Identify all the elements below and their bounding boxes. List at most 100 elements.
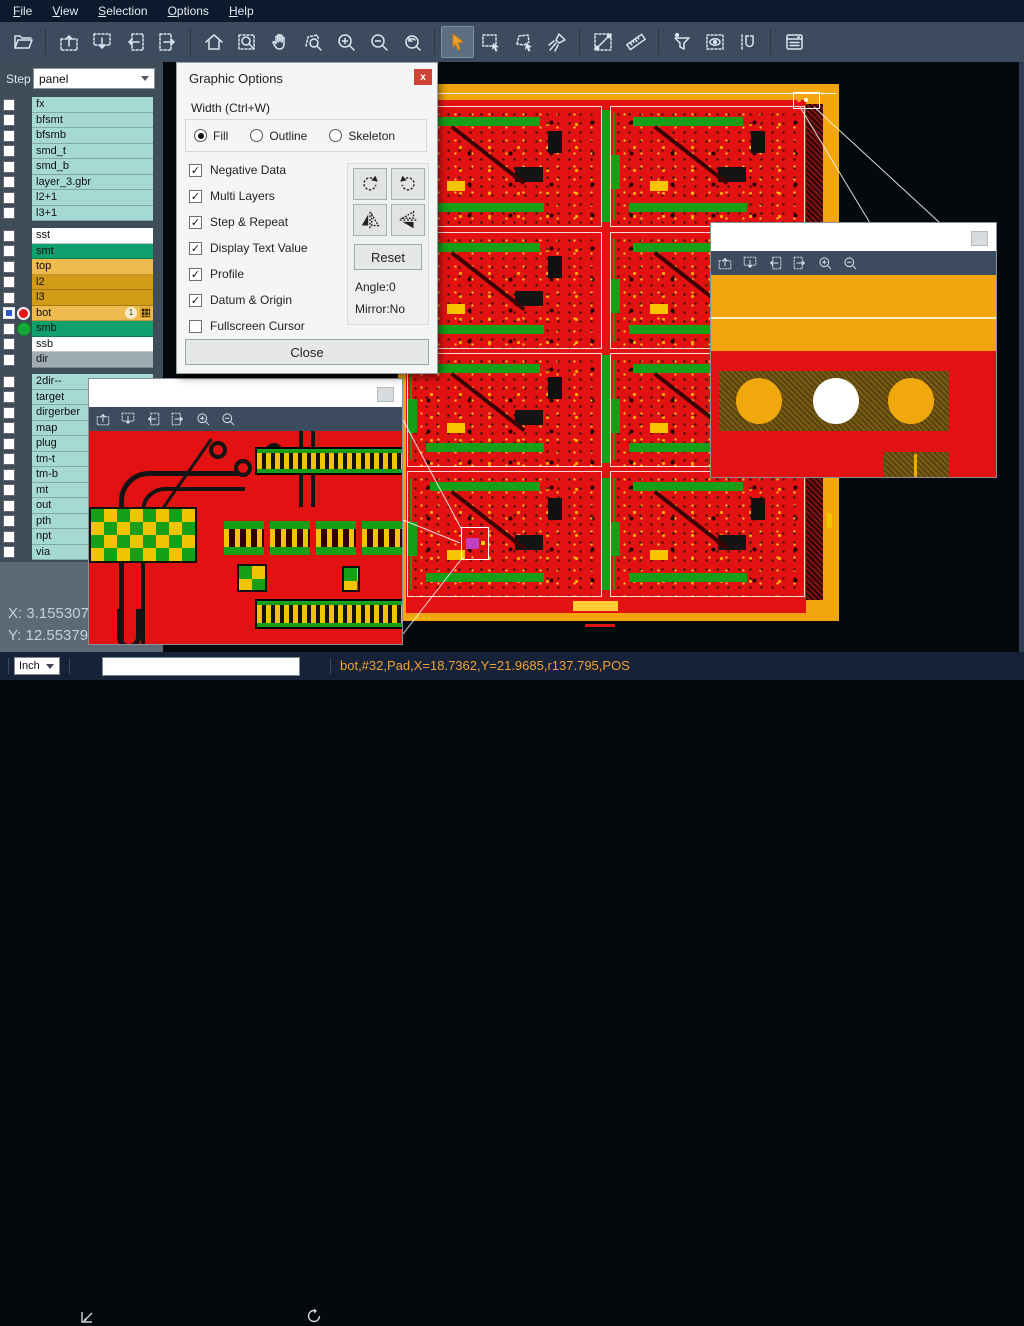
snap-magnet-icon[interactable] [731, 26, 764, 58]
magnifier-titlebar[interactable] [711, 223, 996, 251]
checkbox-step-repeat[interactable]: ✓Step & Repeat [189, 215, 288, 229]
layer-name[interactable]: dir [32, 352, 153, 368]
layer-name[interactable]: ssb [32, 337, 153, 353]
layer-visibility-checkbox[interactable] [3, 230, 15, 242]
layer-row[interactable]: smd_b [0, 159, 163, 175]
magnifier-window-left[interactable] [88, 378, 403, 645]
unit-select[interactable]: Inch [14, 657, 60, 675]
layer-name[interactable]: bfsmt [32, 113, 153, 129]
ruler-icon[interactable] [619, 26, 652, 58]
layer-row[interactable]: top [0, 259, 163, 275]
magnifier-window-right[interactable] [710, 222, 997, 478]
layer-row[interactable]: bfsmb [0, 128, 163, 144]
magnifier-view[interactable] [89, 431, 402, 644]
corner-pick-icon[interactable] [78, 1308, 96, 1326]
layer-row[interactable]: layer_3.gbr [0, 175, 163, 191]
layer-visibility-checkbox[interactable] [3, 145, 15, 157]
layer-panel-icon[interactable] [777, 26, 810, 58]
move-right-icon[interactable] [792, 255, 808, 271]
zoom-selection-icon[interactable] [296, 26, 329, 58]
move-up-icon[interactable] [95, 411, 111, 427]
layer-visibility-checkbox[interactable] [3, 338, 15, 350]
pan-hand-icon[interactable] [263, 26, 296, 58]
move-down-icon[interactable] [85, 26, 118, 58]
layer-name[interactable]: smt [32, 244, 153, 260]
rotate-cw-icon[interactable] [353, 168, 387, 200]
layer-visibility-checkbox[interactable] [3, 515, 15, 527]
menu-file[interactable]: File [6, 1, 39, 21]
move-right-icon[interactable] [170, 411, 186, 427]
layer-name[interactable]: smd_t [32, 144, 153, 160]
layer-visibility-checkbox[interactable] [3, 207, 15, 219]
zoom-out-icon[interactable] [362, 26, 395, 58]
filter-icon[interactable] [665, 26, 698, 58]
magnifier-titlebar[interactable] [89, 379, 402, 407]
layer-visibility-checkbox[interactable] [3, 391, 15, 403]
zoom-in-icon[interactable] [195, 411, 211, 427]
layer-visibility-checkbox[interactable] [3, 192, 15, 204]
reset-button[interactable]: Reset [354, 244, 422, 270]
layer-visibility-checkbox[interactable] [3, 546, 15, 558]
measure-distance-icon[interactable] [586, 26, 619, 58]
layer-name[interactable]: smd_b [32, 159, 153, 175]
zoom-in-icon[interactable] [817, 255, 833, 271]
layer-visibility-checkbox[interactable] [3, 176, 15, 188]
layer-name[interactable]: layer_3.gbr [32, 175, 153, 191]
move-left-icon[interactable] [145, 411, 161, 427]
layer-visibility-checkbox[interactable] [3, 99, 15, 111]
layer-name[interactable]: bot1 [32, 306, 153, 322]
menu-options[interactable]: Options [161, 1, 216, 21]
move-left-icon[interactable] [118, 26, 151, 58]
layer-visibility-checkbox[interactable] [3, 407, 15, 419]
layer-visibility-checkbox[interactable] [3, 161, 15, 173]
zoom-in-icon[interactable] [329, 26, 362, 58]
step-select[interactable]: panel [33, 68, 155, 89]
menu-help[interactable]: Help [222, 1, 261, 21]
close-icon[interactable]: x [414, 69, 432, 85]
refresh-icon[interactable] [306, 1308, 322, 1324]
graphic-options-dialog[interactable]: Graphic Options x Width (Ctrl+W) Fill Ou… [176, 62, 438, 374]
open-folder-icon[interactable] [6, 26, 39, 58]
checkbox-profile[interactable]: ✓Profile [189, 267, 244, 281]
zoom-out-icon[interactable] [842, 255, 858, 271]
menu-selection[interactable]: Selection [91, 1, 154, 21]
layer-row[interactable]: fx [0, 97, 163, 113]
layer-visibility-checkbox[interactable] [3, 438, 15, 450]
checkbox-negative-data[interactable]: ✓Negative Data [189, 163, 286, 177]
layer-visibility-checkbox[interactable] [3, 531, 15, 543]
layer-row[interactable]: ssb [0, 337, 163, 353]
move-up-icon[interactable] [717, 255, 733, 271]
command-input[interactable] [102, 657, 300, 676]
layer-row[interactable]: smt [0, 244, 163, 260]
zoom-window-icon[interactable] [230, 26, 263, 58]
checkbox-display-text-value[interactable]: ✓Display Text Value [189, 241, 308, 255]
window-menu-button[interactable] [971, 231, 988, 246]
checkbox-multi-layers[interactable]: ✓Multi Layers [189, 189, 275, 203]
move-up-icon[interactable] [52, 26, 85, 58]
layer-row[interactable]: l2 [0, 275, 163, 291]
layer-name[interactable]: l2+1 [32, 190, 153, 206]
layer-visibility-checkbox[interactable] [3, 276, 15, 288]
layer-name[interactable]: top [32, 259, 153, 275]
layer-name[interactable]: l2 [32, 275, 153, 291]
home-view-icon[interactable] [197, 26, 230, 58]
mirror-horizontal-icon[interactable] [353, 204, 387, 236]
rect-select-icon[interactable] [474, 26, 507, 58]
mirror-vertical-icon[interactable] [391, 204, 425, 236]
layer-name[interactable]: bfsmb [32, 128, 153, 144]
layer-visibility-checkbox[interactable] [3, 354, 15, 366]
checkbox-datum-origin[interactable]: ✓Datum & Origin [189, 293, 292, 307]
move-left-icon[interactable] [767, 255, 783, 271]
rotate-ccw-icon[interactable] [391, 168, 425, 200]
window-menu-button[interactable] [377, 387, 394, 402]
menu-view[interactable]: View [45, 1, 85, 21]
layer-name[interactable]: sst [32, 228, 153, 244]
layer-visibility-checkbox[interactable] [3, 245, 15, 257]
layer-visibility-checkbox[interactable] [3, 323, 15, 335]
clean-brush-icon[interactable] [540, 26, 573, 58]
layer-visibility-checkbox[interactable] [3, 261, 15, 273]
layer-row[interactable]: l3+1 [0, 206, 163, 222]
radio-outline[interactable]: Outline [250, 129, 307, 143]
move-down-icon[interactable] [120, 411, 136, 427]
layer-visibility-checkbox[interactable] [3, 453, 15, 465]
